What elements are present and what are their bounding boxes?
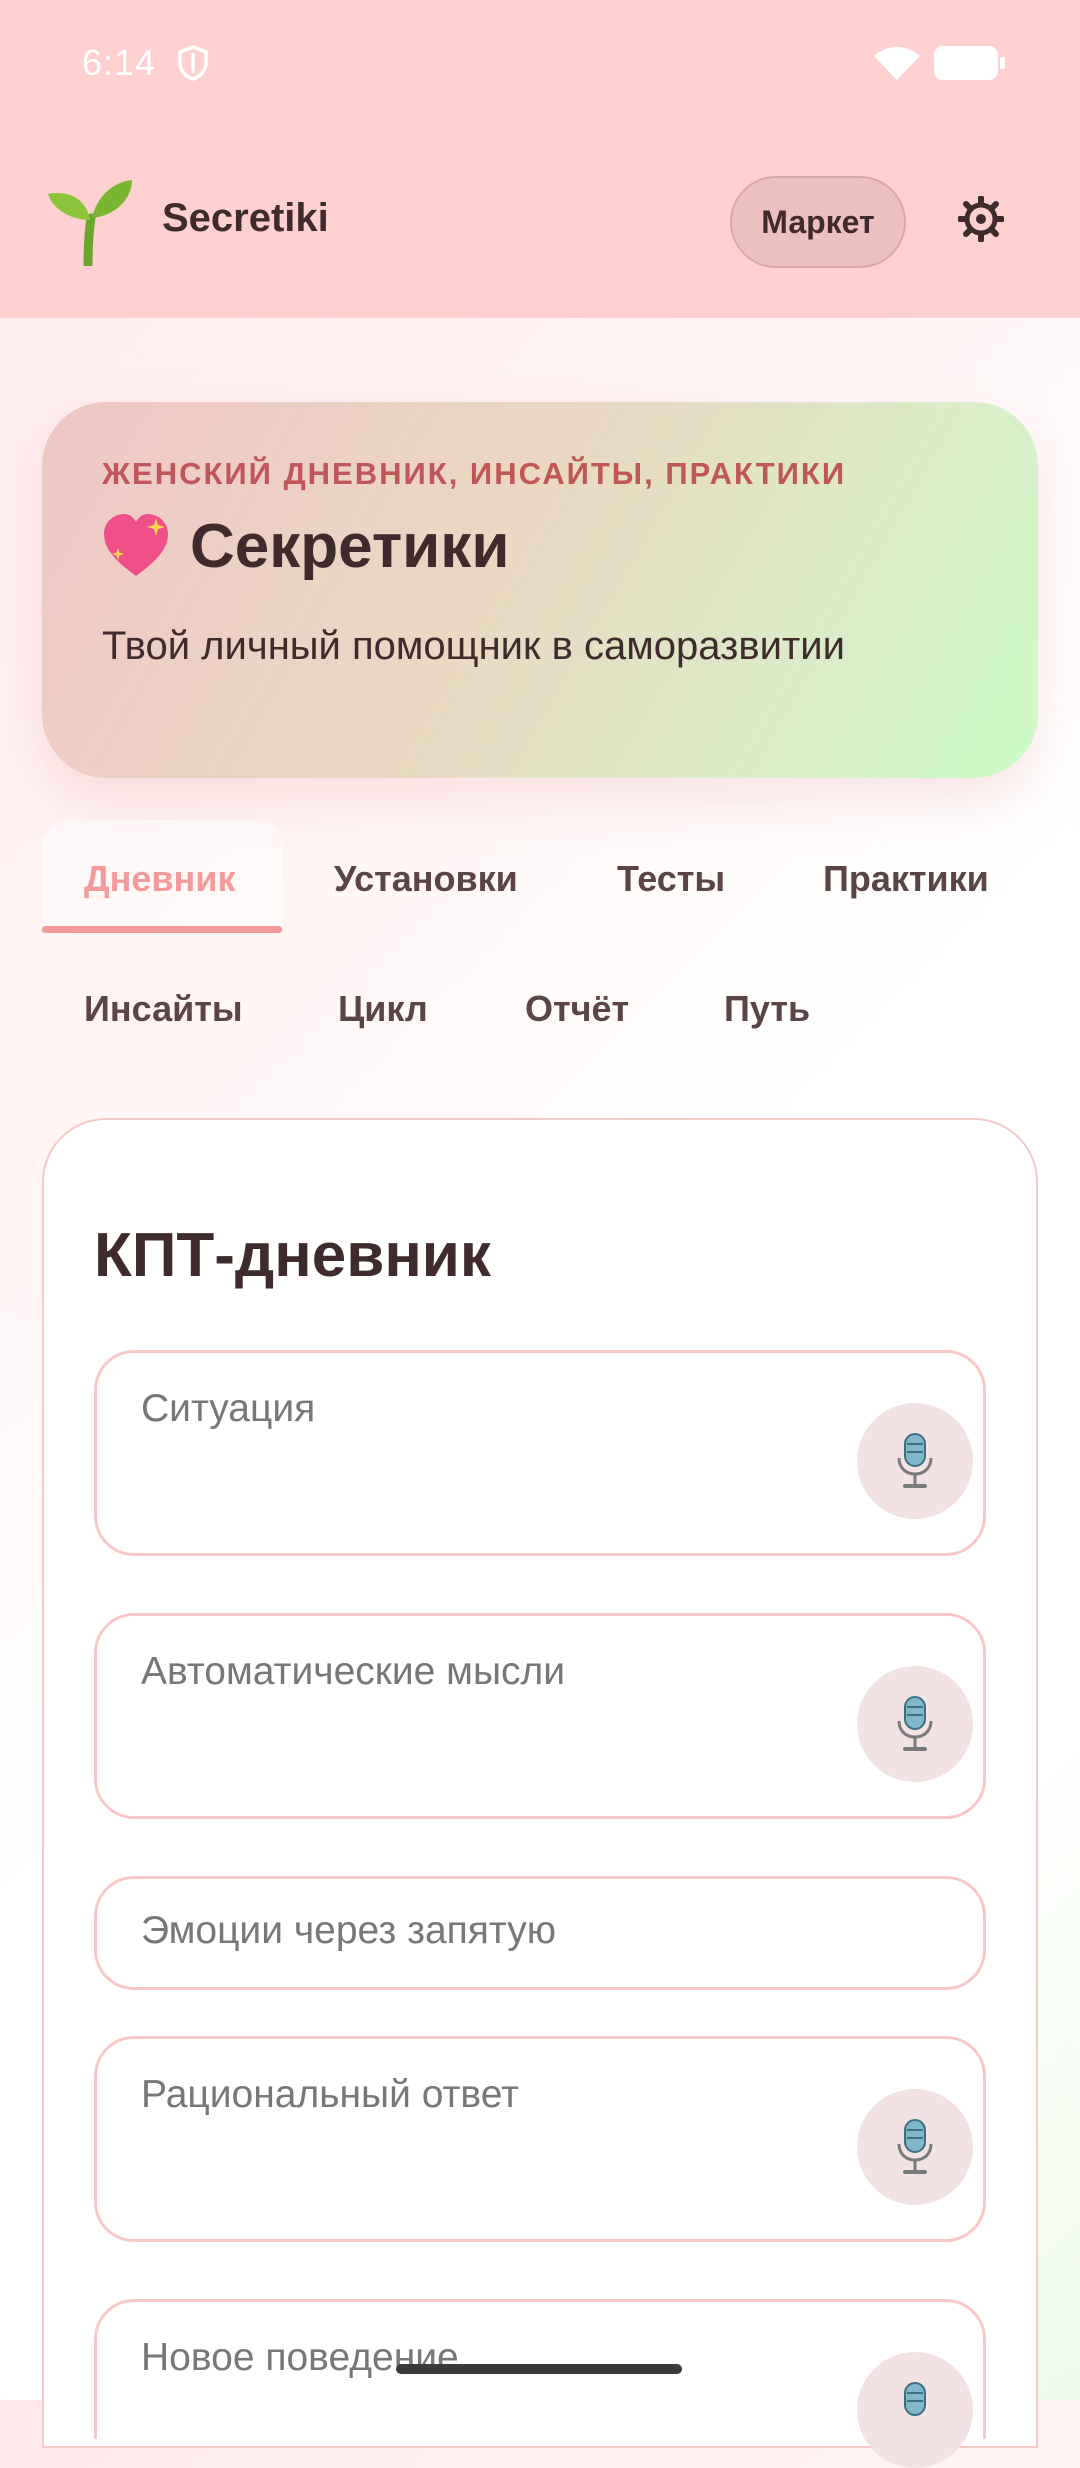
automatic-thoughts-mic-button[interactable] bbox=[857, 1666, 973, 1782]
rational-response-placeholder: Рациональный ответ bbox=[141, 2073, 519, 2116]
situation-mic-button[interactable] bbox=[857, 1403, 973, 1519]
tab-cycle[interactable]: Цикл bbox=[338, 988, 428, 1030]
wifi-icon bbox=[874, 47, 920, 80]
rational-response-mic-button[interactable] bbox=[857, 2089, 973, 2205]
hero-title: Секретики bbox=[190, 511, 510, 581]
tab-report[interactable]: Отчёт bbox=[525, 988, 629, 1030]
microphone-icon bbox=[897, 2119, 933, 2174]
shield-icon bbox=[178, 45, 208, 81]
hero-kicker: ЖЕНСКИЙ ДНЕВНИК, ИНСАЙТЫ, ПРАКТИКИ bbox=[102, 456, 847, 491]
status-time: 6:14 bbox=[82, 42, 157, 83]
situation-placeholder: Ситуация bbox=[141, 1387, 316, 1430]
sprout-logo-icon bbox=[48, 180, 132, 266]
hero-card: ЖЕНСКИЙ ДНЕВНИК, ИНСАЙТЫ, ПРАКТИКИ Секре… bbox=[42, 402, 1038, 778]
card-title: КПТ-дневник bbox=[94, 1221, 491, 1290]
rational-response-field[interactable]: Рациональный ответ bbox=[94, 2036, 986, 2242]
microphone-icon bbox=[897, 1696, 933, 1751]
home-indicator[interactable] bbox=[396, 2364, 682, 2374]
emotions-placeholder: Эмоции через запятую bbox=[141, 1909, 556, 1952]
gear-icon[interactable] bbox=[958, 196, 1004, 242]
microphone-icon bbox=[897, 1433, 933, 1488]
emotions-field[interactable]: Эмоции через запятую bbox=[94, 1876, 986, 1990]
hero-title-row: Секретики bbox=[100, 510, 509, 582]
situation-field[interactable]: Ситуация bbox=[94, 1350, 986, 1556]
tab-beliefs[interactable]: Установки bbox=[334, 858, 518, 900]
sparkling-heart-icon bbox=[104, 514, 168, 576]
active-tab-indicator bbox=[42, 926, 282, 933]
tab-path[interactable]: Путь bbox=[724, 988, 810, 1030]
app-title: Secretiki bbox=[162, 196, 329, 240]
new-behavior-mic-button[interactable] bbox=[857, 2352, 973, 2468]
automatic-thoughts-placeholder: Автоматические мысли bbox=[141, 1650, 566, 1693]
battery-icon bbox=[934, 46, 1005, 80]
automatic-thoughts-field[interactable]: Автоматические мысли bbox=[94, 1613, 986, 1819]
tab-insights[interactable]: Инсайты bbox=[84, 988, 243, 1030]
tab-tests[interactable]: Тесты bbox=[617, 858, 725, 900]
tab-practices[interactable]: Практики bbox=[823, 858, 989, 900]
tab-diary[interactable]: Дневник bbox=[84, 858, 235, 900]
microphone-icon bbox=[904, 2382, 926, 2416]
hero-subtitle: Твой личный помощник в саморазвитии bbox=[102, 624, 845, 668]
market-button[interactable]: Маркет bbox=[730, 176, 906, 268]
